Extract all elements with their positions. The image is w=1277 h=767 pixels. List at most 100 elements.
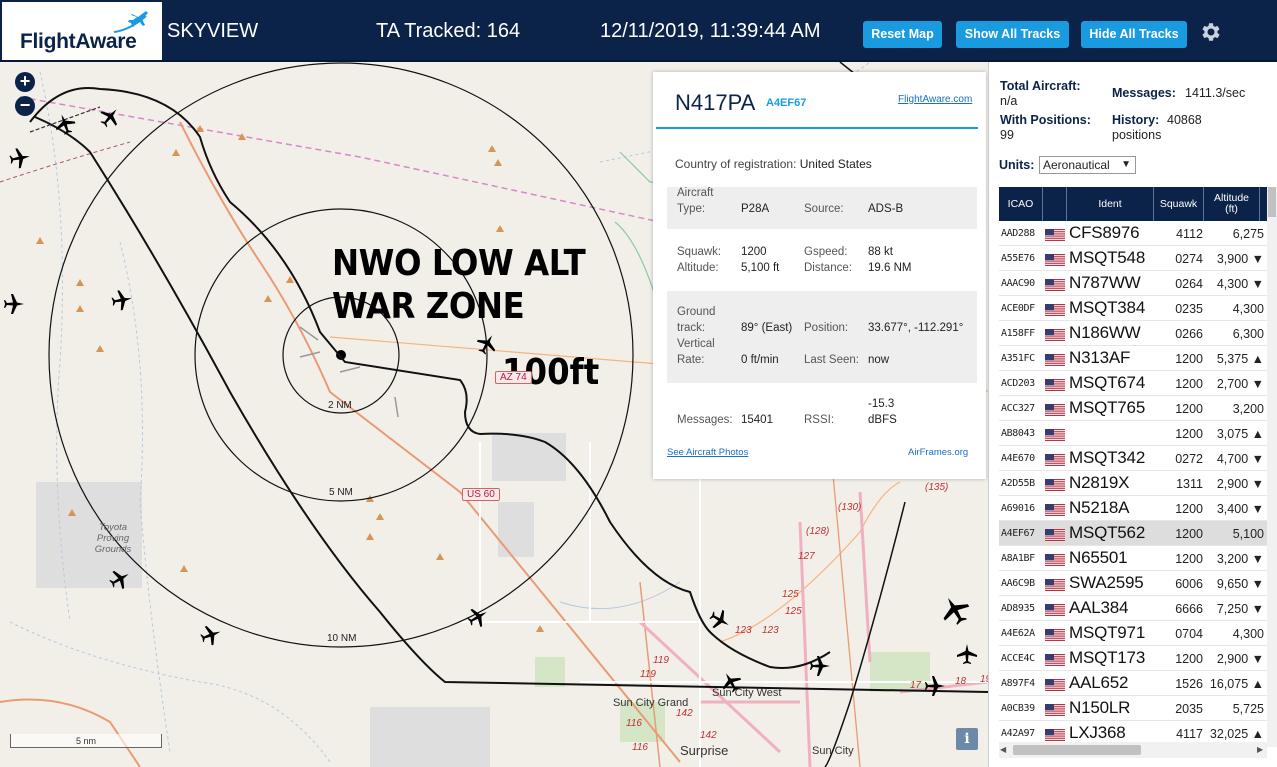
cell-altitude: 2,900 ▼ — [1216, 477, 1264, 491]
cell-altitude: 7,250 ▼ — [1216, 602, 1264, 616]
show-all-tracks-button[interactable]: Show All Tracks — [956, 21, 1069, 48]
cell-ident: MSQT765 — [1069, 398, 1146, 417]
table-row[interactable]: ACCE4C MSQT173 1200 2,900 ▼ — [999, 646, 1267, 671]
table-row[interactable]: A158FF N186WW 0266 6,300 — [999, 321, 1267, 346]
aircraft-icon[interactable] — [706, 606, 734, 634]
us-flag-icon — [1045, 328, 1065, 341]
cell-icao: AD8935 — [1001, 603, 1035, 614]
road-number: 17 — [910, 680, 922, 691]
aircraft-detail-panel: N417PA A4EF67 FlightAware.com Country of… — [653, 72, 986, 479]
zoom-out-button[interactable]: − — [15, 96, 35, 116]
column-flag[interactable] — [1043, 187, 1067, 221]
aircraft-icon[interactable] — [935, 590, 975, 630]
table-row[interactable]: A4E670 MSQT342 0272 4,700 ▼ — [999, 446, 1267, 471]
value-source: ADS-B — [868, 203, 904, 215]
table-row[interactable]: A4E62A MSQT971 0704 4,300 — [999, 621, 1267, 646]
zoom-in-button[interactable]: + — [15, 72, 35, 92]
road-number: 123 — [762, 625, 779, 636]
aircraft-icon[interactable] — [957, 644, 977, 664]
table-row[interactable]: ACC327 MSQT765 1200 3,200 — [999, 396, 1267, 421]
us-flag-icon — [1045, 228, 1065, 241]
tracked-count: TA Tracked: 164 — [376, 20, 521, 42]
road-number: 19 — [980, 674, 988, 685]
table-row[interactable]: AA6C9B SWA2595 6006 9,650 ▼ — [999, 571, 1267, 596]
map-info-button[interactable]: i — [956, 728, 978, 750]
flightaware-link[interactable]: FlightAware.com — [898, 94, 972, 105]
vertical-scroll-thumb[interactable] — [1268, 187, 1276, 217]
us-flag-icon — [1045, 478, 1065, 491]
road-number: (128) — [806, 526, 830, 537]
cell-altitude: 4,700 ▼ — [1216, 452, 1264, 466]
hide-all-tracks-button[interactable]: Hide All Tracks — [1081, 21, 1187, 48]
table-row[interactable]: A897F4 AAL652 1526 16,075 ▲ — [999, 671, 1267, 696]
us-flag-icon — [1045, 703, 1065, 716]
table-row[interactable]: ACD203 MSQT674 1200 2,700 ▼ — [999, 371, 1267, 396]
gear-icon[interactable] — [1198, 20, 1222, 44]
cell-icao: A897F4 — [1001, 678, 1035, 689]
table-row[interactable]: AAAC90 N787WW 0264 4,300 ▼ — [999, 271, 1267, 296]
cell-squawk: 0704 — [1175, 627, 1203, 641]
us-flag-icon — [1045, 303, 1065, 316]
cell-squawk: 1200 — [1175, 527, 1203, 541]
road-number: 142 — [676, 708, 693, 719]
us-flag-icon — [1045, 528, 1065, 541]
aircraft-icon[interactable] — [810, 656, 830, 676]
table-row[interactable]: AD8935 AAL384 6666 7,250 ▼ — [999, 596, 1267, 621]
messages-label: Messages: — [1112, 86, 1176, 100]
table-row[interactable]: A0CB39 N150LR 2035 5,725 — [999, 696, 1267, 721]
column-squawk[interactable]: Squawk — [1154, 187, 1204, 221]
reset-map-button[interactable]: Reset Map — [863, 21, 942, 48]
aircraft-icon[interactable] — [925, 676, 945, 696]
cell-squawk: 0264 — [1175, 277, 1203, 291]
table-row[interactable]: A351FC N313AF 1200 5,375 ▲ — [999, 346, 1267, 371]
table-row[interactable]: A4EF67 MSQT562 1200 5,100 — [999, 521, 1267, 546]
units-select[interactable]: Aeronautical ▼ — [1039, 156, 1136, 174]
flightaware-logo[interactable]: FlightAware — [2, 2, 162, 60]
cell-altitude: 3,400 ▼ — [1216, 502, 1264, 516]
table-row[interactable]: ACE0DF MSQT384 0235 4,300 — [999, 296, 1267, 321]
table-row[interactable]: AAD288 CFS8976 4112 6,275 — [999, 221, 1267, 246]
aircraft-icon[interactable] — [4, 294, 24, 314]
aircraft-icon[interactable] — [110, 288, 134, 312]
table-row[interactable]: A55E76 MSQT548 0274 3,900 ▼ — [999, 246, 1267, 271]
aircraft-icon[interactable] — [8, 146, 32, 170]
us-flag-icon — [1045, 728, 1065, 741]
column-icao[interactable]: ICAO — [999, 187, 1043, 221]
column-altitude[interactable]: Altitude (ft) — [1204, 187, 1260, 221]
vertical-scrollbar[interactable] — [1267, 187, 1277, 747]
scroll-left-icon[interactable]: ◀ — [1000, 745, 1006, 754]
table-row[interactable]: A2D55B N2819X 1311 2,900 ▼ — [999, 471, 1267, 496]
label-vertical: Vertical — [677, 338, 715, 350]
cell-squawk: 1526 — [1175, 677, 1203, 691]
aircraft-icon[interactable] — [473, 330, 501, 358]
table-row[interactable]: A69016 N5218A 1200 3,400 ▼ — [999, 496, 1267, 521]
us-flag-icon — [1045, 353, 1065, 366]
aircraft-icon[interactable] — [198, 622, 224, 648]
table-row[interactable]: A8A1BF N65501 1200 3,200 ▼ — [999, 546, 1267, 571]
horizontal-scroll-thumb[interactable] — [1013, 745, 1141, 755]
airframes-link[interactable]: AirFrames.org — [908, 447, 968, 458]
table-row[interactable]: AB8043 1200 3,075 ▲ — [999, 421, 1267, 446]
map-label-toyota: Toyota Proving Grounds — [94, 522, 132, 555]
column-ident[interactable]: Ident — [1067, 187, 1154, 221]
logo-wordmark: FlightAware — [20, 30, 137, 53]
road-number: 119 — [640, 669, 656, 680]
cell-altitude: 3,200 — [1232, 402, 1264, 416]
aircraft-icon[interactable] — [95, 102, 125, 132]
aircraft-photos-link[interactable]: See Aircraft Photos — [667, 447, 748, 458]
aircraft-icon[interactable] — [464, 603, 492, 631]
history-label: History: — [1112, 113, 1160, 127]
cell-altitude: 4,300 — [1232, 627, 1264, 641]
aircraft-icon[interactable] — [106, 565, 134, 593]
cell-altitude: 32,025 ▲ — [1209, 727, 1264, 741]
aircraft-icon[interactable] — [52, 111, 78, 137]
value-position: 33.677°, -112.291° — [868, 322, 964, 334]
cell-icao: A4E62A — [1001, 628, 1035, 639]
us-flag-icon — [1045, 578, 1065, 591]
cell-ident: N5218A — [1069, 498, 1130, 517]
scroll-right-icon[interactable]: ▶ — [1257, 745, 1263, 754]
cell-ident: MSQT384 — [1069, 298, 1146, 317]
aircraft-list-panel: Total Aircraft: n/a Messages: 1411.3/sec… — [988, 62, 1277, 767]
road-number: (135) — [925, 482, 949, 493]
map-label-sun-city-west: Sun City West — [712, 687, 782, 699]
